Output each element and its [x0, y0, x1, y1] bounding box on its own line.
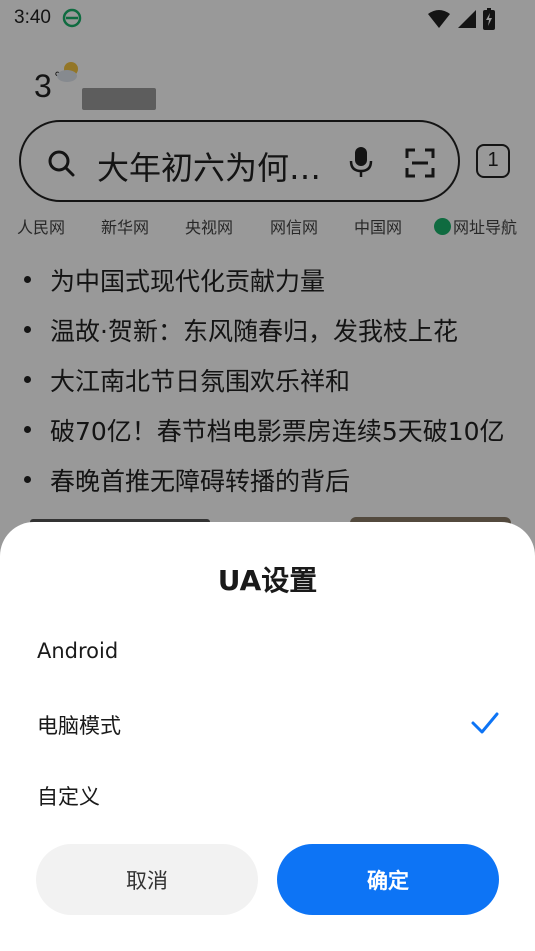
ua-option-custom[interactable]: 自定义 [0, 761, 535, 831]
ua-option-label: Android [37, 639, 119, 663]
ua-option-android[interactable]: Android [0, 619, 535, 689]
checkmark-icon [471, 712, 499, 734]
ua-option-label: 电脑模式 [37, 714, 121, 738]
sheet-title: UA设置 [217, 564, 318, 597]
confirm-button[interactable]: 确定 [277, 844, 499, 915]
cancel-button[interactable]: 取消 [36, 844, 258, 915]
ua-settings-sheet: UA设置 Android 电脑模式 自定义 取消 确定 [0, 522, 535, 951]
ua-option-desktop[interactable]: 电脑模式 [0, 690, 535, 760]
ua-option-label: 自定义 [37, 785, 100, 809]
